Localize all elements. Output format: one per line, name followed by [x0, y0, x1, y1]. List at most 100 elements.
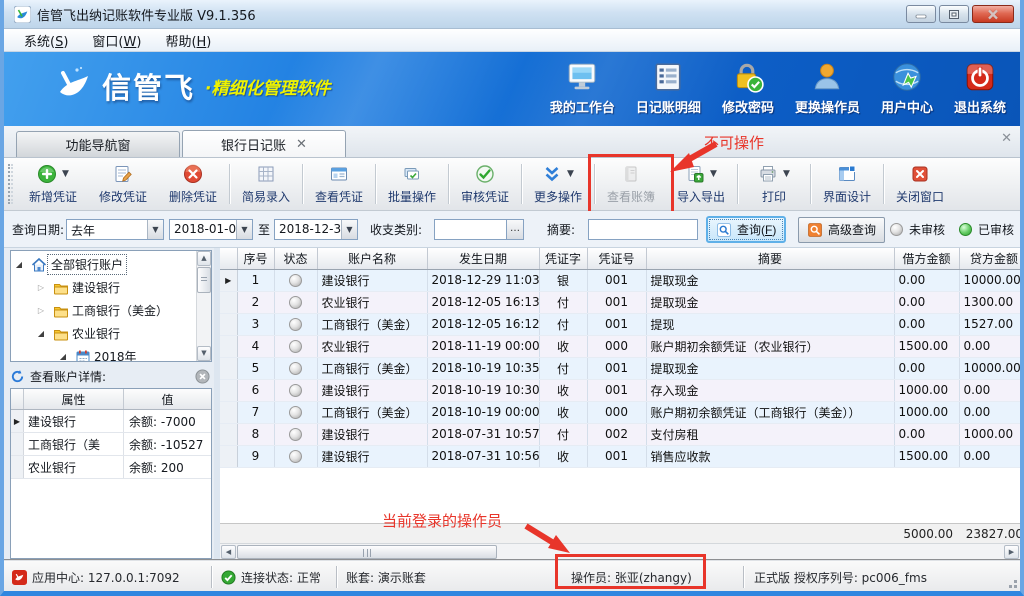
row-selector[interactable]: [220, 423, 237, 445]
row-selector[interactable]: [220, 291, 237, 313]
toolbar-button-view-voucher[interactable]: ▼ 查看凭证: [304, 160, 374, 208]
category-input[interactable]: [434, 219, 507, 240]
menu-item-1[interactable]: 窗口(W): [80, 29, 153, 52]
easy-entry-icon: [256, 164, 276, 184]
current-row-marker: [11, 456, 24, 478]
advanced-search-button[interactable]: 高级查询: [798, 217, 885, 243]
brand-name: 信管飞: [102, 65, 195, 107]
banner-action-workbench[interactable]: 我的工作台: [550, 60, 615, 116]
banner-action-journal[interactable]: 日记账明细: [636, 60, 701, 116]
tree-item-folder-1[interactable]: ◢ 农业银行: [11, 322, 196, 345]
grid-row[interactable]: 3 工商银行（美金） 2018-12-05 16:12 付 001 提现 0.0…: [220, 313, 1020, 335]
grid-row[interactable]: 6 建设银行 2018-10-19 10:30 收 001 存入现金 1000.…: [220, 379, 1020, 401]
row-selector[interactable]: [220, 379, 237, 401]
chevron-down-icon[interactable]: ▼: [341, 220, 357, 239]
grid-row[interactable]: 9 建设银行 2018-07-31 10:56 收 001 销售应收款 1500…: [220, 445, 1020, 467]
toolbar-button-print[interactable]: ▼ 打印: [739, 160, 809, 208]
date-range-select[interactable]: 去年▼: [66, 219, 164, 240]
tab-function-nav[interactable]: 功能导航窗: [16, 131, 180, 157]
toolbar-button-add-voucher[interactable]: ▼ 新增凭证: [18, 160, 88, 208]
date-to-input[interactable]: 2018-12-31▼: [274, 219, 358, 240]
tree-item-home-0[interactable]: ◢ 全部银行账户: [11, 253, 196, 276]
detail-row[interactable]: 农业银行 余额: 200: [11, 456, 211, 479]
grid-column-header[interactable]: 凭证号: [587, 248, 646, 269]
toolbar-button-more-actions[interactable]: ▼ 更多操作: [523, 160, 593, 208]
grid-column-header[interactable]: 凭证字: [539, 248, 587, 269]
panel-close-icon[interactable]: ✕: [1001, 131, 1012, 146]
grid-row[interactable]: 4 农业银行 2018-11-19 00:00 收 000 账户期初余额凭证（农…: [220, 335, 1020, 357]
grid-column-header[interactable]: 账户名称: [317, 248, 427, 269]
search-button[interactable]: 查询(F): [706, 216, 786, 243]
chevron-down-icon[interactable]: ▼: [567, 169, 574, 179]
tree-item-folder-1[interactable]: ▷ 建设银行: [11, 276, 196, 299]
banner-action-operator[interactable]: 更换操作员: [795, 60, 860, 116]
banner-action-password[interactable]: 修改密码: [722, 60, 774, 116]
banner-action-user-center[interactable]: 用户中心: [881, 60, 933, 116]
detail-row[interactable]: 工商银行（美 余额: -10527: [11, 433, 211, 456]
tab-bank-journal[interactable]: 银行日记账 ✕: [182, 130, 346, 157]
details-table: 属性 值 ▶ 建设银行 余额: -7000 工商银行（美 余额: -10527 …: [10, 388, 212, 559]
row-selector[interactable]: [220, 445, 237, 467]
row-selector[interactable]: ▶: [220, 269, 237, 291]
chevron-down-icon[interactable]: ▼: [236, 220, 252, 239]
expand-icon[interactable]: ◢: [57, 352, 69, 361]
expand-icon[interactable]: ▷: [35, 283, 47, 292]
tree-item-calendar-2[interactable]: ◢ 2018年: [11, 345, 196, 361]
grid-row[interactable]: 2 农业银行 2018-12-05 16:13 付 001 提取现金 0.00 …: [220, 291, 1020, 313]
detail-row[interactable]: ▶ 建设银行 余额: -7000: [11, 410, 211, 433]
toolbar-button-easy-entry[interactable]: ▼ 简易录入: [231, 160, 301, 208]
close-details-icon[interactable]: [195, 369, 210, 384]
grid-column-header[interactable]: 借方金额: [894, 248, 959, 269]
tab-label: 银行日记账: [221, 135, 286, 154]
scroll-left-icon[interactable]: ◀: [221, 545, 236, 559]
app-center-status: 应用中心: 127.0.0.1:7092: [12, 561, 180, 593]
grid-row[interactable]: 7 工商银行（美金） 2018-10-19 00:00 收 000 账户期初余额…: [220, 401, 1020, 423]
scroll-up-icon[interactable]: ▲: [197, 251, 211, 266]
scroll-right-icon[interactable]: ▶: [1004, 545, 1019, 559]
grid-column-header[interactable]: 序号: [237, 248, 274, 269]
toolbar-button-ui-design[interactable]: ▼ 界面设计: [812, 160, 882, 208]
chevron-down-icon[interactable]: ▼: [710, 169, 717, 179]
scrollbar-thumb[interactable]: [197, 267, 211, 293]
close-icon[interactable]: [972, 5, 1014, 23]
refresh-icon[interactable]: [10, 369, 25, 384]
toolbar-button-delete-voucher[interactable]: ▼ 删除凭证: [158, 160, 228, 208]
toolbar-button-audit[interactable]: ▼ 审核凭证: [450, 160, 520, 208]
scroll-down-icon[interactable]: ▼: [197, 346, 211, 361]
grid-column-header[interactable]: 发生日期: [427, 248, 539, 269]
toolbar-button-close-window[interactable]: ▼ 关闭窗口: [885, 160, 955, 208]
expand-icon[interactable]: ▷: [35, 306, 47, 315]
grid-column-header[interactable]: 贷方金额: [959, 248, 1020, 269]
chevron-down-icon[interactable]: ▼: [62, 169, 69, 179]
expand-icon[interactable]: ◢: [35, 329, 47, 338]
maximize-icon[interactable]: [939, 5, 969, 23]
summary-input[interactable]: [588, 219, 698, 240]
row-selector[interactable]: [220, 401, 237, 423]
grid-row[interactable]: 5 工商银行（美金） 2018-10-19 10:35 付 001 提取现金 0…: [220, 357, 1020, 379]
toolbar-button-edit-voucher[interactable]: ▼ 修改凭证: [88, 160, 158, 208]
minimize-icon[interactable]: [906, 5, 936, 23]
resize-grip[interactable]: [1014, 585, 1017, 588]
grid-row[interactable]: 8 建设银行 2018-07-31 10:57 付 002 支付房租 0.00 …: [220, 423, 1020, 445]
menu-item-2[interactable]: 帮助(H): [153, 29, 223, 52]
tree-item-folder-1[interactable]: ▷ 工商银行（美金）: [11, 299, 196, 322]
grid-row[interactable]: ▶ 1 建设银行 2018-12-29 11:03 银 001 提取现金 0.0…: [220, 269, 1020, 291]
toolbar-button-batch[interactable]: ▼ 批量操作: [377, 160, 447, 208]
date-from-input[interactable]: 2018-01-01▼: [169, 219, 253, 240]
row-selector[interactable]: [220, 313, 237, 335]
total-debit: 5000.00: [894, 524, 959, 544]
toolbar-button-import-export[interactable]: ▼ 导入导出: [666, 160, 736, 208]
grid-column-header[interactable]: 摘要: [646, 248, 894, 269]
scrollbar-thumb[interactable]: [237, 545, 497, 559]
banner-action-exit[interactable]: 退出系统: [954, 60, 1006, 116]
row-selector[interactable]: [220, 335, 237, 357]
chevron-down-icon[interactable]: ▼: [147, 220, 163, 239]
row-selector[interactable]: [220, 357, 237, 379]
chevron-down-icon[interactable]: ▼: [783, 169, 790, 179]
grid-column-header[interactable]: 状态: [274, 248, 317, 269]
ellipsis-icon[interactable]: …: [507, 219, 524, 240]
toolbar-separator: [302, 164, 303, 204]
tab-close-icon[interactable]: ✕: [296, 138, 307, 151]
expand-icon[interactable]: ◢: [13, 260, 25, 269]
menu-item-0[interactable]: 系统(S): [12, 29, 80, 52]
